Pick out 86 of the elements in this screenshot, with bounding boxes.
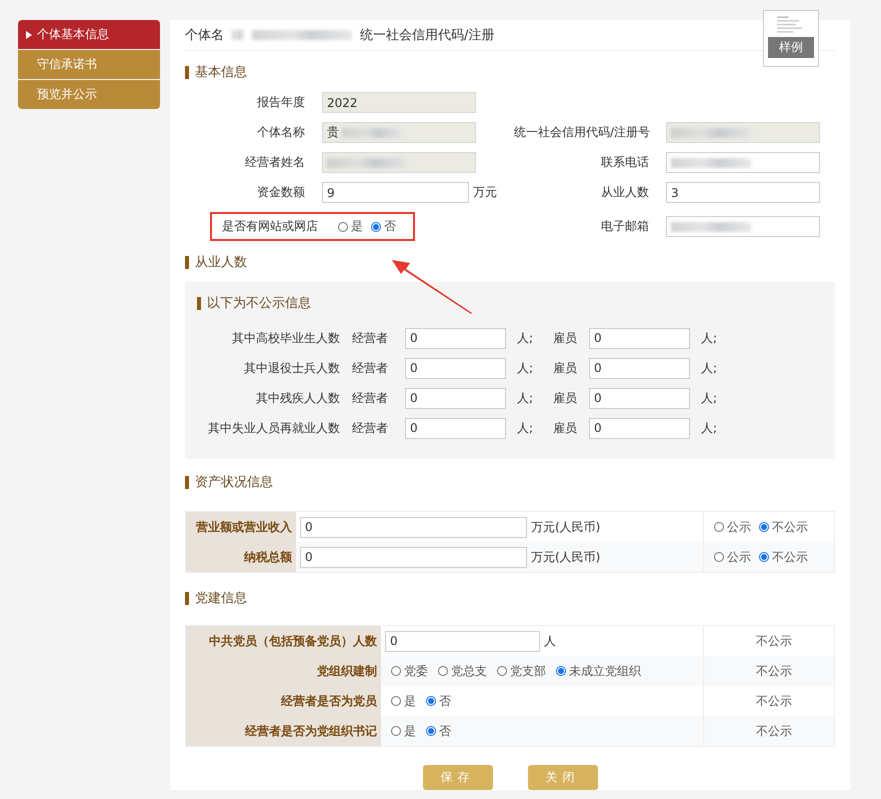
field-label: 统一社会信用代码/注册号 [514, 124, 649, 141]
input-field[interactable]: 0 [589, 388, 690, 408]
field-label: 报告年度 [256, 94, 305, 111]
visibility-label: 不公示 [756, 692, 792, 710]
field-label: 其中退役士兵人数 [243, 360, 340, 376]
field-label: 是否有网站或网店 [222, 218, 318, 235]
radio-option[interactable]: 不公示 [759, 548, 808, 566]
radio-option[interactable]: 党支部 [497, 662, 546, 680]
radio-option[interactable]: 否 [426, 692, 451, 710]
field-label: 经营者 [351, 330, 388, 346]
section-title: 党建信息 [195, 590, 247, 607]
input-field[interactable] [666, 216, 820, 237]
section-title: 基本信息 [195, 64, 247, 81]
section-title: 资产状况信息 [195, 474, 273, 491]
row-label: 经营者是否为党员 [186, 686, 381, 716]
visibility-label: 不公示 [756, 662, 792, 680]
field-label: 从业人数 [600, 184, 649, 201]
row-label: 中共党员（包括预备党员）人数 [186, 626, 381, 656]
header-label: 个体名 [185, 27, 224, 44]
unit-label: 万元(人民币) [531, 548, 600, 566]
radio-option[interactable]: 否 [371, 218, 396, 235]
row-label: 纳税总额 [186, 542, 296, 572]
field-label: 联系电话 [600, 154, 649, 171]
field-label: 经营者 [351, 420, 388, 436]
unit-label: 人 [544, 632, 556, 650]
field-label: 其中高校毕业生人数 [231, 330, 340, 346]
unit-label: 人; [517, 330, 534, 346]
unit-label: 人; [517, 360, 534, 376]
input-field[interactable]: 0 [300, 516, 527, 538]
radio-option[interactable]: 不公示 [759, 518, 808, 536]
input-field[interactable]: 0 [405, 418, 506, 438]
input-field[interactable]: 3 [666, 182, 820, 203]
header-label: 统一社会信用代码/注册 [360, 27, 494, 44]
row-label: 营业额或营业收入 [186, 512, 296, 542]
input-field[interactable]: 9 [322, 182, 469, 203]
field-label: 资金数额 [256, 184, 305, 201]
redacted-mark [232, 30, 244, 40]
field-label: 电子邮箱 [600, 218, 649, 235]
row-label: 党组织建制 [186, 656, 381, 686]
visibility-label: 不公示 [756, 722, 792, 740]
input-field[interactable]: 0 [589, 328, 690, 348]
field-label: 雇员 [553, 330, 578, 346]
sample-label: 样例 [768, 37, 814, 58]
readonly-field: 2022 [322, 92, 476, 113]
radio-option[interactable]: 未成立党组织 [556, 662, 641, 680]
input-field[interactable] [666, 152, 820, 173]
unit-label: 人; [701, 330, 718, 346]
field-label: 雇员 [553, 360, 578, 376]
sidebar-item[interactable]: 个体基本信息 [18, 20, 160, 49]
radio-option[interactable]: 党委 [391, 662, 428, 680]
section-title: 从业人数 [195, 254, 247, 271]
visibility-label: 不公示 [756, 632, 792, 650]
radio-option[interactable]: 是 [391, 692, 416, 710]
input-field[interactable]: 0 [405, 328, 506, 348]
radio-option[interactable]: 公示 [714, 518, 751, 536]
unit-label: 人; [517, 420, 534, 436]
sample-thumbnail[interactable]: 样例 [763, 10, 819, 67]
input-field[interactable]: 0 [385, 630, 540, 652]
unit-label: 人; [701, 390, 718, 406]
unit-label: 人; [701, 420, 718, 436]
panel-title: 以下为不公示信息 [207, 295, 311, 312]
unit-label: 人; [701, 360, 718, 376]
unit-label: 人; [517, 390, 534, 406]
input-field[interactable]: 0 [405, 358, 506, 378]
input-field[interactable]: 0 [589, 418, 690, 438]
field-label: 其中失业人员再就业人数 [207, 420, 340, 436]
radio-option[interactable]: 是 [391, 722, 416, 740]
field-label: 经营者 [351, 390, 388, 406]
field-label: 经营者姓名 [244, 154, 305, 171]
radio-option[interactable]: 公示 [714, 548, 751, 566]
field-label: 雇员 [553, 420, 578, 436]
row-label: 经营者是否为党组织书记 [186, 716, 381, 746]
radio-option[interactable]: 是 [338, 218, 363, 235]
field-label: 其中残疾人人数 [255, 390, 340, 406]
field-label: 雇员 [553, 390, 578, 406]
field-label: 个体名称 [256, 124, 305, 141]
readonly-field: 贵 [322, 122, 476, 143]
unit-label: 万元 [473, 184, 497, 201]
input-field[interactable]: 0 [589, 358, 690, 378]
field-label: 经营者 [351, 360, 388, 376]
radio-option[interactable]: 党总支 [438, 662, 487, 680]
caret-icon [26, 30, 32, 38]
input-field[interactable]: 0 [405, 388, 506, 408]
input-field[interactable]: 0 [300, 546, 527, 568]
radio-option[interactable]: 否 [426, 722, 451, 740]
unit-label: 万元(人民币) [531, 518, 600, 536]
